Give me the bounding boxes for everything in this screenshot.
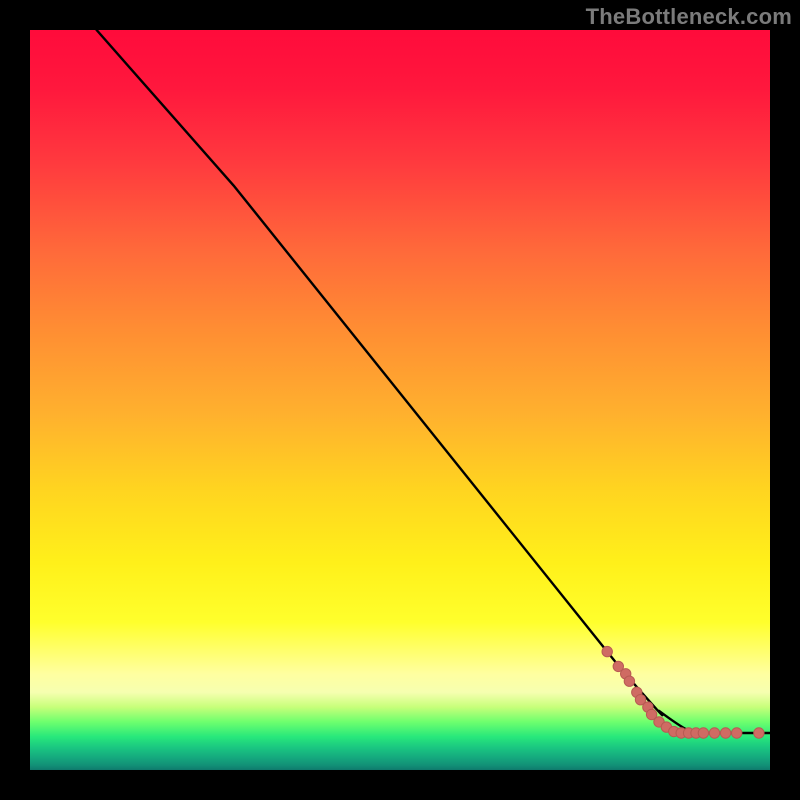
- curve-layer: [30, 30, 770, 770]
- attribution-text: TheBottleneck.com: [586, 4, 792, 30]
- plot-area: [30, 30, 770, 770]
- chart-frame: TheBottleneck.com: [0, 0, 800, 800]
- bottleneck-markers: [602, 646, 764, 738]
- bottleneck-curve: [97, 30, 770, 733]
